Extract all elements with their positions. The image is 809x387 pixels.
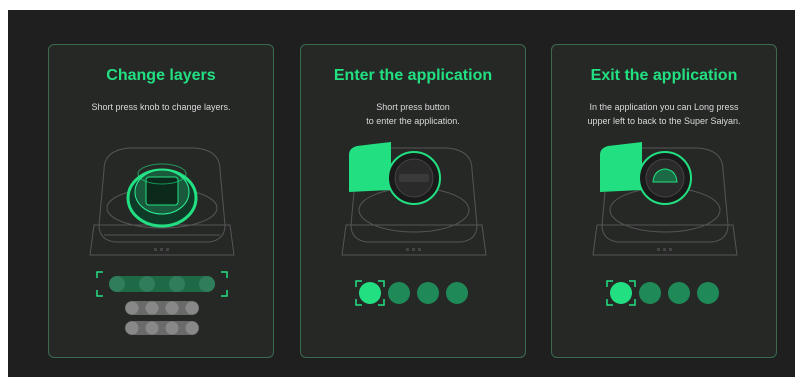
- exit-device-illustration: [592, 142, 738, 256]
- tutorial-panel: Change layers Short press knob to change…: [8, 10, 795, 377]
- card-title: Change layers: [106, 67, 216, 84]
- button-device-illustration: [341, 142, 487, 256]
- card-title: Enter the application: [333, 67, 493, 84]
- layer-selection-dots: [96, 271, 228, 335]
- card-title: Exit the application: [590, 67, 738, 84]
- card-enter-application: Enter the application Short press button…: [300, 44, 526, 358]
- card-description: In the application you can Long press up…: [587, 102, 741, 126]
- app-selection-dots: [355, 280, 468, 306]
- card-description: Short press button to enter the applicat…: [366, 102, 460, 126]
- card-exit-application: Exit the application In the application …: [551, 44, 777, 358]
- app-exit-dots: [606, 280, 719, 306]
- knob-device-illustration: [89, 147, 235, 256]
- card-change-layers: Change layers Short press knob to change…: [48, 44, 274, 358]
- card-description: Short press knob to change layers.: [91, 102, 231, 112]
